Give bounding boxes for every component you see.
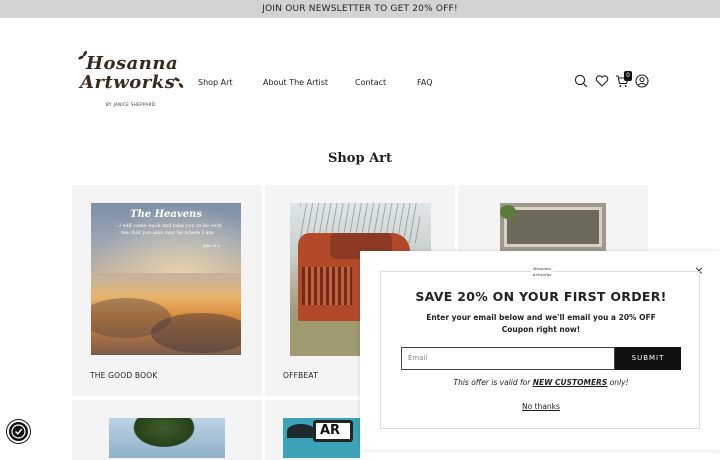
cart-count-badge: 0 (624, 71, 632, 81)
offer-note-emphasis: NEW CUSTOMERS (532, 378, 608, 387)
nav-about-artist[interactable]: About The Artist (263, 78, 328, 87)
product-image[interactable] (109, 418, 225, 458)
nav-faq[interactable]: FAQ (417, 78, 433, 87)
logo-line1: Hosanna (86, 53, 179, 74)
palm-tree (129, 418, 199, 450)
account-icon[interactable] (635, 74, 649, 88)
search-icon[interactable] (574, 74, 588, 88)
offer-note-prefix: This offer is valid for (453, 378, 533, 387)
logo-line2: Artworks (80, 72, 176, 93)
popup-logo: Hosanna Artworks (531, 266, 553, 278)
art-reference: John 14:3 (203, 244, 220, 248)
header-icons: 0 (574, 71, 654, 90)
sign-silhouette (287, 424, 315, 438)
leaf-icon (177, 82, 185, 89)
nav-shop-art[interactable]: Shop Art (198, 78, 233, 87)
offer-note-suffix: only! (607, 378, 629, 387)
popup-frame: Hosanna Artworks SAVE 20% ON YOUR FIRST … (380, 266, 701, 429)
accessibility-icon (11, 424, 26, 439)
logo-tagline: BY JANICE SHEPPARD (106, 102, 156, 107)
product-card[interactable]: AR (265, 400, 360, 460)
product-card[interactable] (72, 400, 262, 460)
submit-button[interactable]: SUBMIT (615, 347, 681, 370)
product-card[interactable]: The Heavens ...I will come back and take… (72, 185, 262, 396)
product-image[interactable]: AR (283, 418, 360, 458)
page-title: Shop Art (327, 151, 393, 166)
window-frame (504, 207, 602, 247)
offer-note: This offer is valid for NEW CUSTOMERS on… (381, 378, 701, 387)
art-title: The Heavens (130, 209, 202, 220)
popup-title: SAVE 20% ON YOUR FIRST ORDER! (415, 289, 667, 304)
heart-icon[interactable] (595, 74, 609, 88)
cloud-shape (151, 313, 241, 353)
truck-grille (302, 267, 352, 305)
announcement-bar[interactable]: JOIN OUR NEWSLETTER TO GET 20% OFF! (0, 0, 720, 18)
product-image[interactable]: The Heavens ...I will come back and take… (91, 203, 241, 355)
newsletter-popup: × Hosanna Artworks SAVE 20% ON YOUR FIRS… (360, 251, 720, 450)
accessibility-button[interactable] (7, 420, 30, 443)
site-header: Hosanna Artworks BY JANICE SHEPPARD Shop… (0, 18, 720, 138)
art-verse: ...I will come back and take you to be w… (114, 223, 222, 236)
site-logo[interactable]: Hosanna Artworks BY JANICE SHEPPARD (77, 50, 186, 112)
email-field[interactable]: Email (401, 347, 615, 370)
logo-wordmark: Hosanna Artworks (80, 54, 178, 92)
sign-text: AR (313, 420, 353, 442)
product-title[interactable]: THE GOOD BOOK (90, 371, 157, 380)
no-thanks-link[interactable]: No thanks (381, 402, 701, 411)
product-title[interactable]: OFFBEAT (283, 371, 318, 380)
foliage (500, 205, 516, 219)
nav-contact[interactable]: Contact (355, 78, 386, 87)
popup-description: Enter your email below and we'll email y… (426, 313, 656, 334)
